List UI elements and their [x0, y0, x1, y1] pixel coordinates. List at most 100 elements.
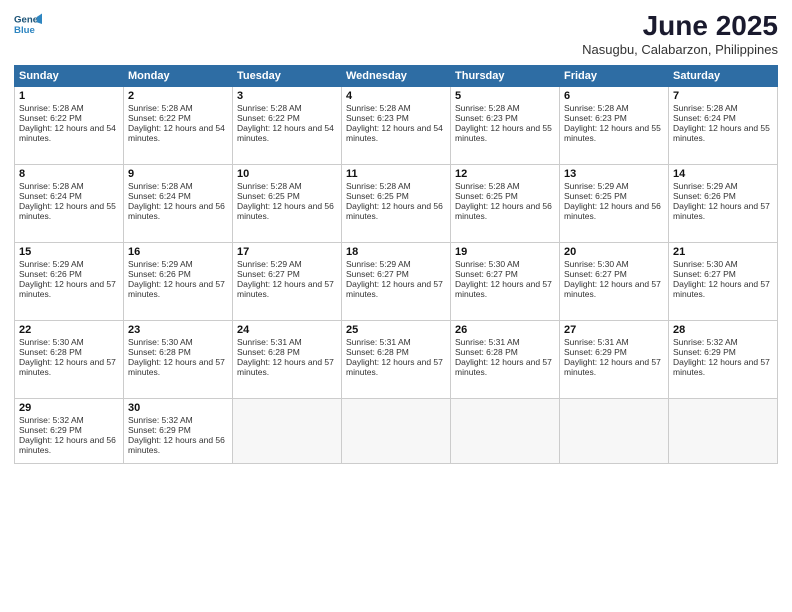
sunset-label: Sunset: 6:27 PM [673, 269, 736, 279]
sunset-label: Sunset: 6:22 PM [237, 113, 300, 123]
svg-text:Blue: Blue [14, 25, 35, 36]
sunset-label: Sunset: 6:27 PM [346, 269, 409, 279]
sunrise-label: Sunrise: 5:28 AM [237, 181, 302, 191]
week-row-5: 29 Sunrise: 5:32 AM Sunset: 6:29 PM Dayl… [15, 399, 778, 464]
table-row [342, 399, 451, 464]
daylight-label: Daylight: 12 hours and 56 minutes. [237, 201, 334, 221]
sunrise-label: Sunrise: 5:31 AM [346, 337, 411, 347]
daylight-label: Daylight: 12 hours and 57 minutes. [673, 201, 770, 221]
table-row: 14 Sunrise: 5:29 AM Sunset: 6:26 PM Dayl… [669, 165, 778, 243]
sunrise-label: Sunrise: 5:29 AM [673, 181, 738, 191]
table-row: 8 Sunrise: 5:28 AM Sunset: 6:24 PM Dayli… [15, 165, 124, 243]
sunrise-label: Sunrise: 5:29 AM [19, 259, 84, 269]
day-number: 11 [346, 168, 446, 180]
table-row: 2 Sunrise: 5:28 AM Sunset: 6:22 PM Dayli… [124, 87, 233, 165]
table-row: 10 Sunrise: 5:28 AM Sunset: 6:25 PM Dayl… [233, 165, 342, 243]
daylight-label: Daylight: 12 hours and 57 minutes. [455, 357, 552, 377]
sunset-label: Sunset: 6:28 PM [237, 347, 300, 357]
sunset-label: Sunset: 6:29 PM [673, 347, 736, 357]
table-row [560, 399, 669, 464]
calendar-table: Sunday Monday Tuesday Wednesday Thursday… [14, 65, 778, 464]
sunrise-label: Sunrise: 5:28 AM [673, 103, 738, 113]
sunrise-label: Sunrise: 5:31 AM [237, 337, 302, 347]
daylight-label: Daylight: 12 hours and 56 minutes. [564, 201, 661, 221]
daylight-label: Daylight: 12 hours and 57 minutes. [128, 357, 225, 377]
sunrise-label: Sunrise: 5:28 AM [346, 181, 411, 191]
sunset-label: Sunset: 6:28 PM [346, 347, 409, 357]
daylight-label: Daylight: 12 hours and 57 minutes. [346, 357, 443, 377]
col-thursday: Thursday [451, 66, 560, 87]
day-number: 27 [564, 324, 664, 336]
day-number: 30 [128, 402, 228, 414]
table-row: 3 Sunrise: 5:28 AM Sunset: 6:22 PM Dayli… [233, 87, 342, 165]
sunrise-label: Sunrise: 5:32 AM [128, 415, 193, 425]
table-row: 12 Sunrise: 5:28 AM Sunset: 6:25 PM Dayl… [451, 165, 560, 243]
daylight-label: Daylight: 12 hours and 54 minutes. [128, 123, 225, 143]
daylight-label: Daylight: 12 hours and 57 minutes. [673, 279, 770, 299]
sunset-label: Sunset: 6:28 PM [455, 347, 518, 357]
daylight-label: Daylight: 12 hours and 57 minutes. [673, 357, 770, 377]
daylight-label: Daylight: 12 hours and 57 minutes. [564, 279, 661, 299]
day-number: 26 [455, 324, 555, 336]
sunset-label: Sunset: 6:23 PM [564, 113, 627, 123]
table-row: 5 Sunrise: 5:28 AM Sunset: 6:23 PM Dayli… [451, 87, 560, 165]
day-number: 24 [237, 324, 337, 336]
sunrise-label: Sunrise: 5:30 AM [19, 337, 84, 347]
day-number: 5 [455, 90, 555, 102]
day-number: 10 [237, 168, 337, 180]
table-row: 6 Sunrise: 5:28 AM Sunset: 6:23 PM Dayli… [560, 87, 669, 165]
sunset-label: Sunset: 6:29 PM [564, 347, 627, 357]
daylight-label: Daylight: 12 hours and 56 minutes. [455, 201, 552, 221]
sunset-label: Sunset: 6:29 PM [128, 425, 191, 435]
day-number: 15 [19, 246, 119, 258]
table-row: 13 Sunrise: 5:29 AM Sunset: 6:25 PM Dayl… [560, 165, 669, 243]
day-number: 9 [128, 168, 228, 180]
col-saturday: Saturday [669, 66, 778, 87]
sunset-label: Sunset: 6:23 PM [455, 113, 518, 123]
sunset-label: Sunset: 6:29 PM [19, 425, 82, 435]
day-number: 7 [673, 90, 773, 102]
table-row: 27 Sunrise: 5:31 AM Sunset: 6:29 PM Dayl… [560, 321, 669, 399]
day-number: 18 [346, 246, 446, 258]
sunrise-label: Sunrise: 5:28 AM [564, 103, 629, 113]
sunrise-label: Sunrise: 5:31 AM [564, 337, 629, 347]
sunset-label: Sunset: 6:25 PM [237, 191, 300, 201]
day-number: 25 [346, 324, 446, 336]
col-sunday: Sunday [15, 66, 124, 87]
sunset-label: Sunset: 6:24 PM [673, 113, 736, 123]
sunset-label: Sunset: 6:25 PM [346, 191, 409, 201]
table-row [451, 399, 560, 464]
sunset-label: Sunset: 6:28 PM [128, 347, 191, 357]
day-number: 23 [128, 324, 228, 336]
sunrise-label: Sunrise: 5:29 AM [237, 259, 302, 269]
sunset-label: Sunset: 6:26 PM [128, 269, 191, 279]
day-number: 3 [237, 90, 337, 102]
week-row-2: 8 Sunrise: 5:28 AM Sunset: 6:24 PM Dayli… [15, 165, 778, 243]
sunrise-label: Sunrise: 5:30 AM [128, 337, 193, 347]
daylight-label: Daylight: 12 hours and 54 minutes. [346, 123, 443, 143]
daylight-label: Daylight: 12 hours and 57 minutes. [19, 357, 116, 377]
table-row: 15 Sunrise: 5:29 AM Sunset: 6:26 PM Dayl… [15, 243, 124, 321]
col-tuesday: Tuesday [233, 66, 342, 87]
day-number: 16 [128, 246, 228, 258]
sunrise-label: Sunrise: 5:28 AM [455, 181, 520, 191]
daylight-label: Daylight: 12 hours and 54 minutes. [19, 123, 116, 143]
table-row: 18 Sunrise: 5:29 AM Sunset: 6:27 PM Dayl… [342, 243, 451, 321]
day-number: 19 [455, 246, 555, 258]
daylight-label: Daylight: 12 hours and 56 minutes. [128, 435, 225, 455]
week-row-3: 15 Sunrise: 5:29 AM Sunset: 6:26 PM Dayl… [15, 243, 778, 321]
col-friday: Friday [560, 66, 669, 87]
col-monday: Monday [124, 66, 233, 87]
sunrise-label: Sunrise: 5:31 AM [455, 337, 520, 347]
day-number: 2 [128, 90, 228, 102]
table-row: 25 Sunrise: 5:31 AM Sunset: 6:28 PM Dayl… [342, 321, 451, 399]
month-title: June 2025 [582, 10, 778, 42]
week-row-1: 1 Sunrise: 5:28 AM Sunset: 6:22 PM Dayli… [15, 87, 778, 165]
table-row: 24 Sunrise: 5:31 AM Sunset: 6:28 PM Dayl… [233, 321, 342, 399]
daylight-label: Daylight: 12 hours and 57 minutes. [237, 279, 334, 299]
daylight-label: Daylight: 12 hours and 56 minutes. [346, 201, 443, 221]
sunrise-label: Sunrise: 5:30 AM [564, 259, 629, 269]
daylight-label: Daylight: 12 hours and 57 minutes. [19, 279, 116, 299]
sunset-label: Sunset: 6:28 PM [19, 347, 82, 357]
sunrise-label: Sunrise: 5:28 AM [128, 103, 193, 113]
